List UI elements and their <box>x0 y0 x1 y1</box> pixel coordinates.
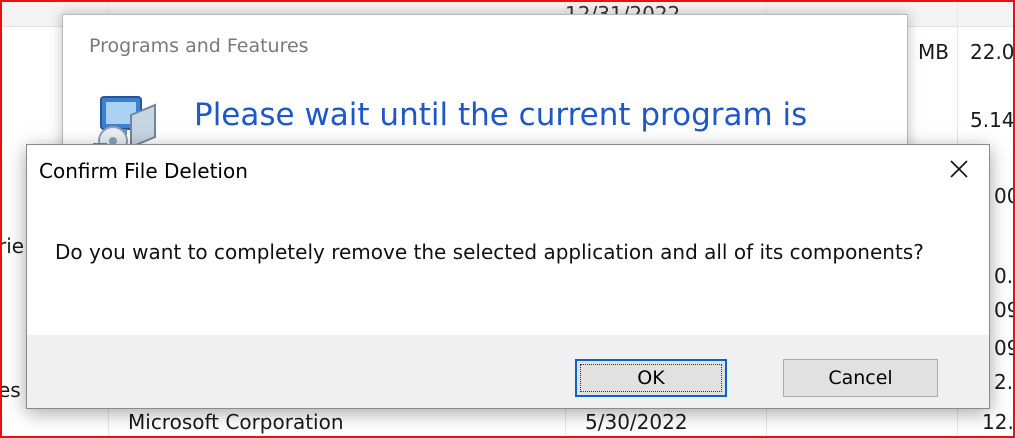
size-fragment: MB <box>918 40 949 64</box>
close-icon <box>949 159 969 183</box>
version-fragment: 5.14 <box>970 108 1015 132</box>
publisher-cell: Microsoft Corporation <box>128 410 344 434</box>
version-fragment: 2.0 <box>994 370 1015 394</box>
confirm-file-deletion-dialog: Confirm File Deletion Do you want to com… <box>26 144 990 409</box>
dialog-title: Confirm File Deletion <box>39 159 248 183</box>
installed-on-cell: 5/30/2022 <box>585 410 688 434</box>
dialog-title: Programs and Features <box>89 35 309 57</box>
close-button[interactable] <box>937 151 981 191</box>
cancel-button[interactable]: Cancel <box>783 359 938 397</box>
ok-button[interactable]: OK <box>575 359 727 397</box>
confirmation-message: Do you want to completely remove the sel… <box>55 240 924 264</box>
progress-message: Please wait until the current program is <box>194 97 808 133</box>
version-fragment: 00 <box>994 184 1015 208</box>
version-fragment: 09 <box>994 298 1015 322</box>
version-fragment: 22.0 <box>970 40 1015 64</box>
name-fragment: rie <box>0 234 25 258</box>
version-fragment: 0.1 <box>994 264 1015 288</box>
name-fragment: es <box>0 378 21 402</box>
version-fragment: 12.0 <box>982 410 1015 434</box>
version-fragment: 09 <box>994 336 1015 360</box>
dialog-button-bar: OK Cancel <box>27 335 989 408</box>
